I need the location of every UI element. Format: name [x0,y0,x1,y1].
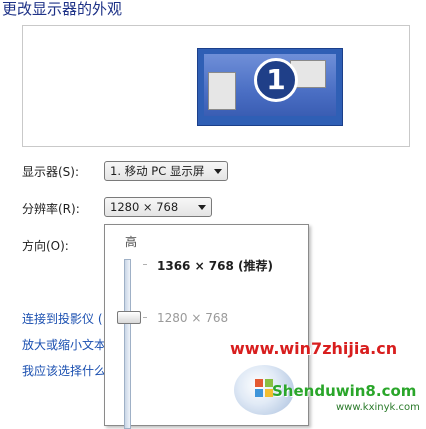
resolution-slider-track[interactable] [124,259,131,429]
monitor-screen: 1 [204,54,336,116]
resolution-option-1280[interactable]: 1280 × 768 [157,311,228,325]
slider-tick [143,317,147,318]
windows-flag-icon [255,379,273,397]
high-label: 高 [125,235,138,249]
display-label: 显示器(S): [22,165,80,179]
text-size-link[interactable]: 放大或缩小文本 [22,336,106,353]
resolution-select[interactable]: 1280 × 768 [104,197,212,217]
watermark-url: www.win7zhijia.cn [230,339,398,358]
monitor-number-badge: 1 [254,58,298,102]
resolution-label: 分辨率(R): [22,202,80,216]
projector-link[interactable]: 连接到投影仪 ( [22,310,103,327]
chevron-down-icon [198,205,206,210]
watermark-site: Shenduwin8.com [272,382,417,400]
display-select-value: 1. 移动 PC 显示屏 [110,164,205,178]
display-select[interactable]: 1. 移动 PC 显示屏 [104,161,228,181]
display-preview-area[interactable]: 1 [22,25,410,147]
resolution-option-1366[interactable]: 1366 × 768 (推荐) [157,257,273,274]
chevron-down-icon [214,169,222,174]
resolution-select-value: 1280 × 768 [110,200,179,214]
which-settings-link[interactable]: 我应该选择什么 [22,362,106,379]
resolution-slider-thumb[interactable] [117,311,141,324]
page-title: 更改显示器的外观 [2,0,123,18]
window-thumbnail-left [208,72,236,110]
orientation-label: 方向(O): [22,239,69,253]
monitor-icon[interactable]: 1 [197,48,343,126]
watermark-domain: www.kxinyk.com [336,402,420,413]
slider-tick [143,264,147,265]
